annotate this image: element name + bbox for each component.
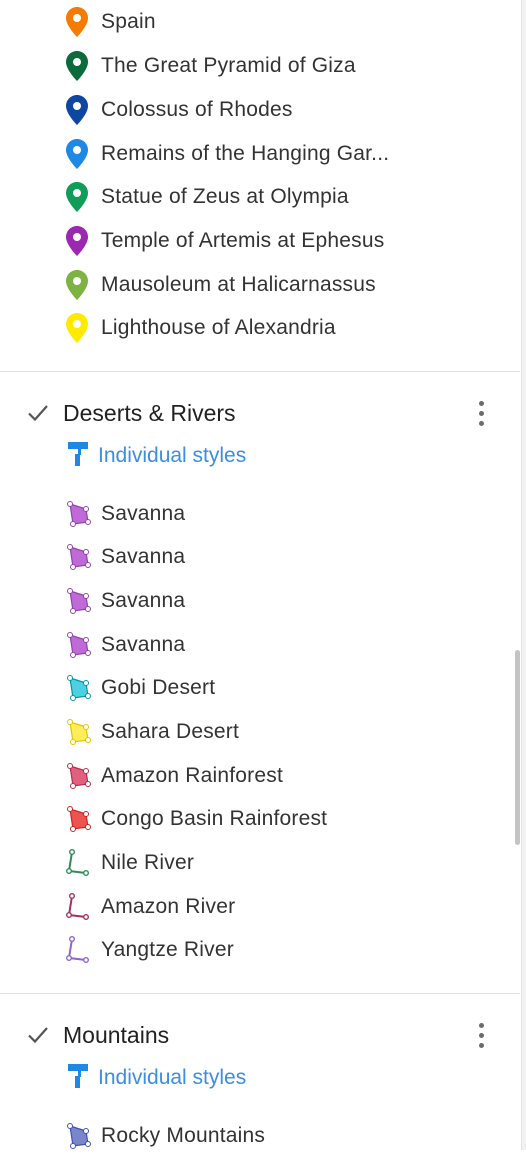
list-item-label: Gobi Desert xyxy=(101,676,216,699)
map-pin-icon xyxy=(64,181,96,213)
map-pin-icon xyxy=(64,138,96,170)
checkmark-icon xyxy=(28,405,48,422)
list-item-savanna[interactable]: Savanna xyxy=(64,581,494,621)
layer-header-deserts-rivers: Deserts & Rivers xyxy=(0,390,520,436)
list-item-lighthouse[interactable]: Lighthouse of Alexandria xyxy=(64,308,494,348)
section-divider xyxy=(0,371,520,372)
individual-styles-label: Individual styles xyxy=(98,1066,247,1089)
list-item-temple-of-artemis[interactable]: Temple of Artemis at Ephesus xyxy=(64,221,494,261)
map-pin-icon xyxy=(64,269,96,301)
map-pin-icon xyxy=(64,6,96,38)
layer-visibility-checkbox[interactable] xyxy=(26,1023,50,1047)
scrollbar-thumb[interactable] xyxy=(515,650,520,845)
list-item-hanging-gardens[interactable]: Remains of the Hanging Gar... xyxy=(64,134,494,174)
list-item-gobi-desert[interactable]: Gobi Desert xyxy=(64,668,494,708)
polygon-icon xyxy=(64,1120,96,1152)
paint-roller-icon xyxy=(66,440,90,473)
list-item-label: Statue of Zeus at Olympia xyxy=(101,185,349,208)
individual-styles-label: Individual styles xyxy=(98,444,247,467)
list-item-label: Congo Basin Rainforest xyxy=(101,807,328,830)
layer-header-mountains: Mountains xyxy=(0,1012,520,1058)
list-item-label: Temple of Artemis at Ephesus xyxy=(101,229,385,252)
list-item-amazon-river[interactable]: Amazon River xyxy=(64,887,494,927)
polygon-icon xyxy=(64,541,96,573)
list-item-label: Lighthouse of Alexandria xyxy=(101,316,336,339)
polygon-icon xyxy=(64,629,96,661)
layers-panel: Spain The Great Pyramid of Giza Colossus… xyxy=(0,0,520,1150)
line-path-icon xyxy=(64,847,96,879)
individual-styles-link[interactable]: Individual styles xyxy=(66,1060,246,1096)
polygon-icon xyxy=(64,585,96,617)
more-vert-icon xyxy=(478,1022,484,1028)
more-vert-icon xyxy=(478,400,484,406)
layer-options-button[interactable] xyxy=(466,396,496,430)
list-item-rocky-mountains[interactable]: Rocky Mountains xyxy=(64,1116,494,1156)
list-item-label: Savanna xyxy=(101,502,186,525)
list-item-statue-of-zeus[interactable]: Statue of Zeus at Olympia xyxy=(64,177,494,217)
polygon-icon xyxy=(64,498,96,530)
line-path-icon xyxy=(64,891,96,923)
list-item-label: Savanna xyxy=(101,633,186,656)
list-item-label: Savanna xyxy=(101,589,186,612)
map-pin-icon xyxy=(64,312,96,344)
list-item-label: Mausoleum at Halicarnassus xyxy=(101,273,376,296)
individual-styles-link[interactable]: Individual styles xyxy=(66,438,246,474)
list-item-amazon-rainforest[interactable]: Amazon Rainforest xyxy=(64,756,494,796)
list-item-mausoleum[interactable]: Mausoleum at Halicarnassus xyxy=(64,265,494,305)
list-item-label: Savanna xyxy=(101,545,186,568)
list-item-great-pyramid[interactable]: The Great Pyramid of Giza xyxy=(64,46,494,86)
layer-title[interactable]: Deserts & Rivers xyxy=(63,400,236,427)
layer-options-button[interactable] xyxy=(466,1018,496,1052)
list-item-nile-river[interactable]: Nile River xyxy=(64,843,494,883)
map-pin-icon xyxy=(64,225,96,257)
layer-title[interactable]: Mountains xyxy=(63,1022,169,1049)
list-item-label: The Great Pyramid of Giza xyxy=(101,54,356,77)
list-item-colossus[interactable]: Colossus of Rhodes xyxy=(64,90,494,130)
list-item-label: Sahara Desert xyxy=(101,720,240,743)
list-item-label: Nile River xyxy=(101,851,195,874)
list-item-savanna[interactable]: Savanna xyxy=(64,625,494,665)
list-item-label: Remains of the Hanging Gar... xyxy=(101,142,390,165)
list-item-label: Amazon River xyxy=(101,895,236,918)
map-pin-icon xyxy=(64,50,96,82)
section-divider xyxy=(0,993,520,994)
panel-edge xyxy=(521,0,526,1150)
paint-roller-icon xyxy=(66,1062,90,1095)
map-pin-icon xyxy=(64,94,96,126)
layer-visibility-checkbox[interactable] xyxy=(26,401,50,425)
list-item-yangtze-river[interactable]: Yangtze River xyxy=(64,930,494,970)
polygon-icon xyxy=(64,760,96,792)
list-item-congo-basin-rainforest[interactable]: Congo Basin Rainforest xyxy=(64,799,494,839)
list-item-label: Amazon Rainforest xyxy=(101,764,283,787)
polygon-icon xyxy=(64,803,96,835)
list-item-label: Yangtze River xyxy=(101,938,234,961)
list-item-label: Colossus of Rhodes xyxy=(101,98,293,121)
line-path-icon xyxy=(64,934,96,966)
polygon-icon xyxy=(64,672,96,704)
list-item-label: Rocky Mountains xyxy=(101,1124,266,1147)
list-item-spain[interactable]: Spain xyxy=(64,2,494,42)
list-item-label: Spain xyxy=(101,10,156,33)
list-item-savanna[interactable]: Savanna xyxy=(64,494,494,534)
polygon-icon xyxy=(64,716,96,748)
list-item-sahara-desert[interactable]: Sahara Desert xyxy=(64,712,494,752)
checkmark-icon xyxy=(28,1027,48,1044)
list-item-savanna[interactable]: Savanna xyxy=(64,537,494,577)
